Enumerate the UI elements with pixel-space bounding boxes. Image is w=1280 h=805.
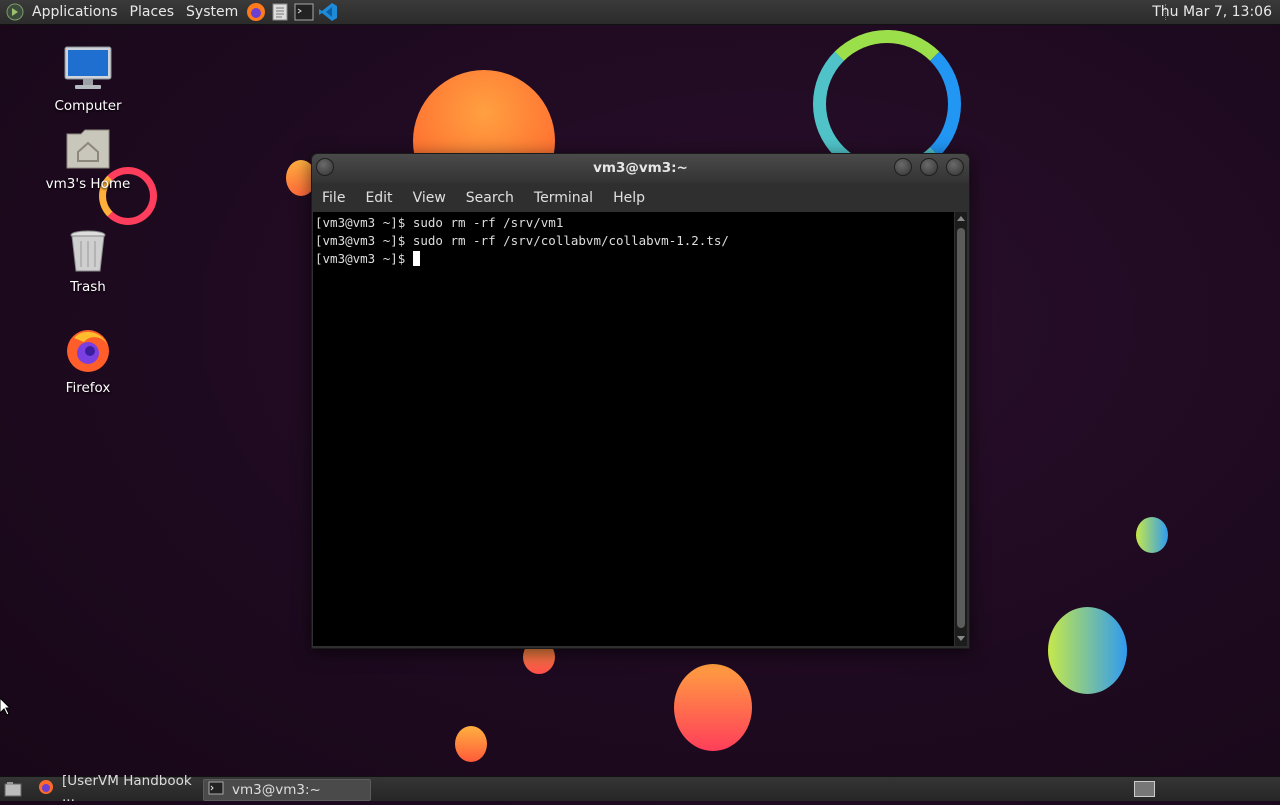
computer-icon [63,46,113,96]
taskbar-item-label: [UserVM Handbook ... [62,773,192,805]
desktop-icon-label: Trash [70,279,106,295]
text-cursor [412,251,420,266]
vscode-icon[interactable] [317,1,339,23]
terminal-line: [vm3@vm3 ~]$ sudo rm -rf /srv/collabvm/c… [315,233,729,248]
home-folder-icon [65,129,111,174]
menu-search[interactable]: Search [456,190,524,206]
terminal-prompt-line: [vm3@vm3 ~]$ [315,251,420,266]
desktop-icon-trash[interactable]: Trash [38,229,138,295]
terminal-icon[interactable] [293,1,315,23]
mouse-pointer-icon [0,697,12,720]
wallpaper-circle [674,664,752,751]
desktop-icon-home[interactable]: vm3's Home [38,128,138,192]
window-title: vm3@vm3:~ [593,160,688,176]
terminal-prompt: [vm3@vm3 ~]$ [315,251,413,266]
menu-edit[interactable]: Edit [355,190,402,206]
terminal-line: [vm3@vm3 ~]$ sudo rm -rf /srv/vm1 [315,215,564,230]
menu-file[interactable]: File [312,190,355,206]
scroll-thumb[interactable] [957,228,965,628]
top-panel: Applications Places System Thu Mar 7, 13… [0,0,1280,25]
menu-terminal[interactable]: Terminal [524,190,603,206]
desktop-icon-label: Firefox [65,380,111,396]
show-desktop-icon[interactable] [4,781,22,801]
taskbar-item-firefox[interactable]: [UserVM Handbook ... [34,773,204,805]
applications-menu[interactable]: Applications [26,0,124,24]
terminal-icon [208,781,224,799]
wallpaper-circle [455,726,487,762]
desktop-icon-computer[interactable]: Computer [38,46,138,114]
taskbar-item-terminal[interactable]: vm3@vm3:~ [203,779,371,801]
terminal-menubar: File Edit View Search Terminal Help [312,184,969,211]
scroll-down-icon[interactable] [957,636,965,641]
terminal-output[interactable]: [vm3@vm3 ~]$ sudo rm -rf /srv/vm1 [vm3@v… [313,212,954,646]
minimize-button[interactable] [894,158,912,176]
places-menu[interactable]: Places [124,0,181,24]
window-titlebar[interactable]: vm3@vm3:~ [312,154,969,183]
maximize-button[interactable] [920,158,938,176]
desktop-icon-label: vm3's Home [45,176,131,192]
wallpaper-circle [1136,517,1168,553]
workspace-switcher[interactable] [1134,781,1155,797]
desktop-icon-label: Computer [54,98,122,114]
firefox-icon [64,330,112,378]
scrollbar[interactable] [955,212,967,646]
text-editor-icon[interactable] [269,1,291,23]
terminal-window[interactable]: vm3@vm3:~ File Edit View Search Terminal… [311,153,970,649]
close-button[interactable] [946,158,964,176]
menu-view[interactable]: View [403,190,456,206]
gnome-foot-icon[interactable] [6,3,24,21]
bottom-panel: [UserVM Handbook ... vm3@vm3:~ [0,773,1280,805]
firefox-icon [38,779,54,799]
clock[interactable]: Thu Mar 7, 13:06 [1152,0,1272,24]
trash-icon [68,230,108,277]
firefox-launcher-icon[interactable] [245,1,267,23]
scroll-up-icon[interactable] [957,216,965,221]
menu-help[interactable]: Help [603,190,655,206]
desktop-icon-firefox[interactable]: Firefox [38,326,138,396]
taskbar-item-label: vm3@vm3:~ [232,782,321,798]
wallpaper-circle [1048,607,1127,694]
system-menu[interactable]: System [180,0,244,24]
